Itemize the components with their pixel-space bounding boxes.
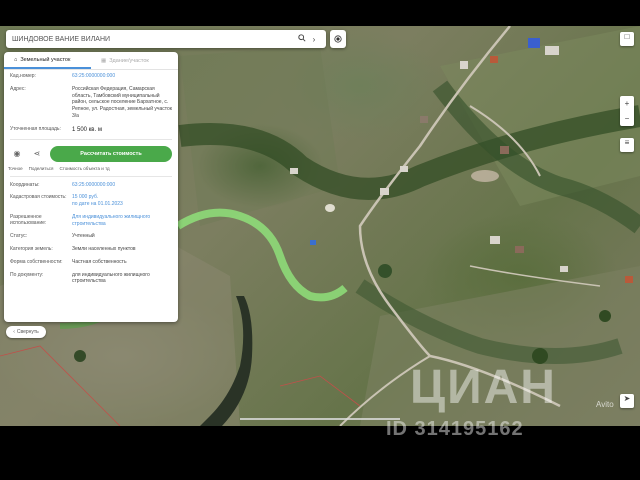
coordinates-value[interactable]: 63:25:0000000:000 <box>72 182 172 189</box>
divider <box>10 138 172 140</box>
info-row-area: Уточненная площадь: 1 500 кв. м <box>4 123 178 137</box>
tab-land-plot[interactable]: ⌂ Земельный участок <box>4 52 91 69</box>
area-value: 1 500 кв. м <box>72 126 102 133</box>
permitted-use-value[interactable]: Для индивидуального жилищного строительс… <box>72 214 172 228</box>
row-label: Кад.номер: <box>10 73 36 79</box>
zoom-in-button[interactable]: + <box>620 96 634 111</box>
detail-row-permitted-use: Разрешенное использование: Для индивидуа… <box>4 211 178 231</box>
row-label: Форма собственности: <box>10 258 63 265</box>
land-icon: ⌂ <box>14 56 18 63</box>
info-row-cadastral-number: Кад.номер: 63:25:0000000:000 <box>4 70 178 83</box>
detail-row-status: Статус: Учтенный <box>4 230 178 243</box>
address-value: Российская Федерация, Самарская область,… <box>72 85 172 119</box>
share-icon[interactable]: ⋖ <box>30 147 44 161</box>
action-label: Точное <box>8 165 23 171</box>
panel-tabs: ⌂ Земельный участок ▦ Здание/участок <box>4 52 178 70</box>
detail-row-ownership: Форма собственности: Частная собственнос… <box>4 256 178 269</box>
row-label: По документу: <box>10 271 44 278</box>
fullscreen-button[interactable]: □ <box>620 32 634 46</box>
detail-row-by-document: По документу: для индивидуального жилищн… <box>4 269 178 289</box>
row-label: Статус: <box>10 233 28 240</box>
avito-label: Avito <box>596 400 614 409</box>
detail-row-coordinates: Координаты: 63:25:0000000:000 <box>4 179 178 192</box>
action-label: Стоимость объекта и тд <box>59 165 110 171</box>
tab-label: Здание/участок <box>109 57 149 64</box>
zoom-out-button[interactable]: − <box>620 111 634 126</box>
fullscreen-icon: □ <box>624 32 630 41</box>
chevron-left-icon: ‹ <box>13 329 15 335</box>
row-label: Кадастровая стоимость: <box>10 194 67 201</box>
cadastral-info-panel: ⌂ Земельный участок ▦ Здание/участок Кад… <box>4 52 178 322</box>
building-icon: ▦ <box>101 57 107 64</box>
info-row-address: Адрес: Российская Федерация, Самарская о… <box>4 83 178 123</box>
search-bar[interactable]: ШИНДОВОЕ ВАНИЕ ВИЛАНИ › <box>6 30 326 48</box>
divider <box>10 175 172 177</box>
collapse-label: Свернуть <box>16 329 39 335</box>
land-category-value: Земли населенных пунктов <box>72 246 136 253</box>
row-label: Адрес: <box>10 85 26 92</box>
location-icon[interactable]: ◉ <box>10 147 24 161</box>
search-icon[interactable] <box>296 34 308 44</box>
row-label: Координаты: <box>10 181 40 188</box>
collapse-panel-button[interactable]: ‹ Свернуть <box>6 326 46 338</box>
action-label: Поделиться <box>28 165 54 171</box>
layers-button[interactable]: ≡ <box>620 138 634 152</box>
detail-row-land-category: Категория земель: Земли населенных пункт… <box>4 243 178 256</box>
row-label: Уточненная площадь: <box>10 125 61 132</box>
tab-building[interactable]: ▦ Здание/участок <box>91 52 178 69</box>
detail-row-cadastral-cost: Кадастровая стоимость: 15 000 руб. по да… <box>4 191 178 211</box>
tab-label: Земельный участок <box>20 56 71 63</box>
cadastral-number-value[interactable]: 63:25:0000000:000 <box>72 73 172 80</box>
crosshair-icon[interactable] <box>330 30 346 48</box>
cadastral-cost-value[interactable]: 15 000 руб. по дате на 01.01.2023 <box>72 194 172 208</box>
scale-bar <box>240 418 400 420</box>
action-labels: Точное Поделиться Стоимость объекта и тд <box>4 166 178 174</box>
status-value: Учтенный <box>72 233 95 240</box>
zoom-control: + − <box>620 96 634 126</box>
action-row: ◉ ⋖ Рассчитать стоимость <box>4 142 178 166</box>
by-document-value: для индивидуального жилищного строительс… <box>72 271 150 285</box>
ownership-value: Частная собственность <box>72 258 127 265</box>
compass-icon: ➤ <box>623 394 631 403</box>
row-label: Разрешенное использование: <box>10 213 47 226</box>
search-input[interactable]: ШИНДОВОЕ ВАНИЕ ВИЛАНИ <box>12 36 296 43</box>
row-label: Категория земель: <box>10 246 53 253</box>
calculate-cost-button[interactable]: Рассчитать стоимость <box>50 145 172 162</box>
layers-icon: ≡ <box>624 138 630 147</box>
compass-button[interactable]: ➤ <box>620 394 634 408</box>
chevron-right-icon[interactable]: › <box>308 35 320 44</box>
